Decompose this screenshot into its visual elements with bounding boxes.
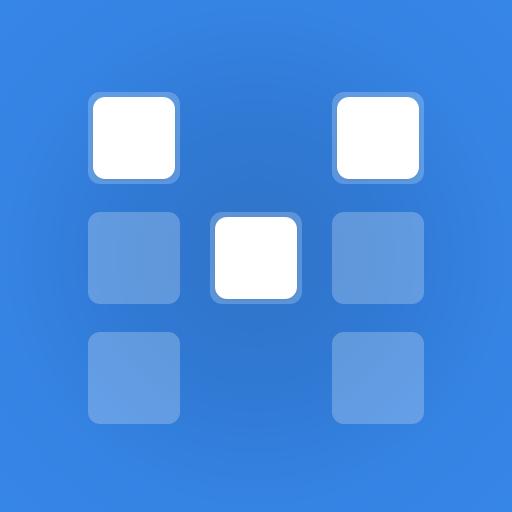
grid-cell-active-square xyxy=(93,97,175,179)
grid-cell-active xyxy=(88,92,180,184)
grid-cell-active-square xyxy=(215,217,297,299)
grid-cell-active xyxy=(332,92,424,184)
app-icon xyxy=(0,0,512,512)
grid-cell-active xyxy=(210,212,302,304)
grid-cell-empty xyxy=(210,92,302,184)
grid-cell-empty xyxy=(210,332,302,424)
grid-cell-inactive xyxy=(332,332,424,424)
grid-cell-inactive xyxy=(332,212,424,304)
grid-cell-inactive xyxy=(88,332,180,424)
grid-cell-active-square xyxy=(337,97,419,179)
tile-grid xyxy=(88,92,424,428)
grid-cell-inactive xyxy=(88,212,180,304)
